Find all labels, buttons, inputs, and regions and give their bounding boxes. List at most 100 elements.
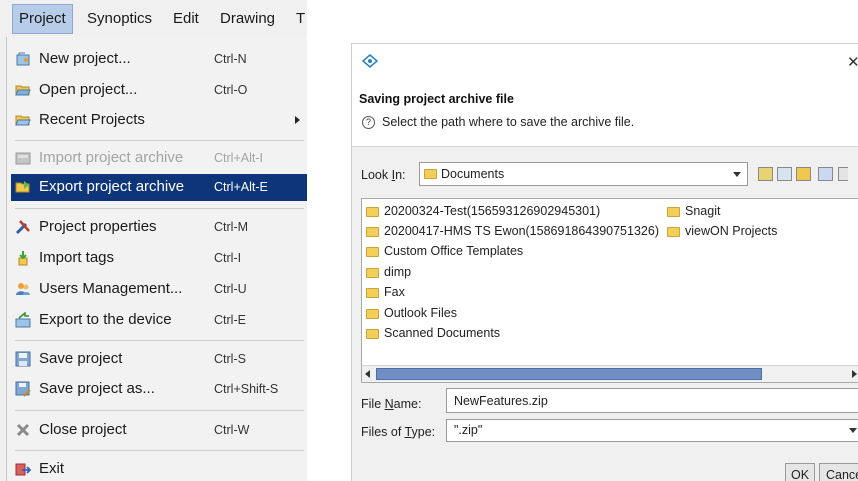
file-list[interactable]: 20200324-Test(156593126902945301) 202004… xyxy=(361,198,858,383)
list-view-icon[interactable] xyxy=(818,167,833,181)
menu-item-open-project[interactable]: Open project... Ctrl-O xyxy=(11,77,307,104)
menu-item-label: Open project... xyxy=(39,81,138,98)
mnemonic-letter: N xyxy=(384,397,394,411)
menu-item-exit[interactable]: Exit xyxy=(11,456,307,481)
submenu-arrow-icon xyxy=(295,116,300,124)
dialog-header: ✕ Saving project archive file ? Select t… xyxy=(352,44,858,146)
save-icon xyxy=(15,351,31,367)
menu-item-label: Close project xyxy=(39,421,127,438)
menu-item-label: Users Management... xyxy=(39,280,183,297)
home-icon[interactable] xyxy=(777,167,792,181)
folder-icon xyxy=(667,227,680,237)
look-in-value: Documents xyxy=(441,167,505,181)
menu-item-import-project-archive[interactable]: Import project archive Ctrl+Alt-I xyxy=(11,145,307,172)
menu-item-label: New project... xyxy=(39,50,131,67)
menu-separator xyxy=(15,340,304,341)
folder-name: Snagit xyxy=(685,204,721,218)
menu-item-label: Save project xyxy=(39,350,123,367)
label-text: File xyxy=(361,397,385,411)
menu-item-shortcut: Ctrl+Alt-I xyxy=(214,151,263,165)
menubar-tools-truncated[interactable]: T xyxy=(296,4,305,34)
menu-item-shortcut: Ctrl-S xyxy=(214,352,246,366)
dialog-description: Select the path where to save the archiv… xyxy=(382,115,635,129)
recent-folder-icon xyxy=(15,115,31,126)
menubar: Project Synoptics Edit Drawing T xyxy=(0,0,307,37)
menu-item-shortcut: Ctrl+Alt-E xyxy=(214,180,268,194)
file-name-input[interactable] xyxy=(446,388,858,413)
folder-icon xyxy=(366,288,379,298)
menu-item-project-properties[interactable]: Project properties Ctrl-M xyxy=(11,214,307,241)
menu-item-export-to-device[interactable]: Export to the device Ctrl-E xyxy=(11,307,307,334)
menu-item-shortcut: Ctrl-I xyxy=(214,251,242,265)
folder-name: dimp xyxy=(384,265,412,279)
menu-item-save-project[interactable]: Save project Ctrl-S xyxy=(11,346,307,373)
look-in-dropdown[interactable]: Documents xyxy=(419,162,748,186)
chevron-down-icon xyxy=(733,172,741,177)
file-chooser-panel: Look In: Documents 20200324-Test(1565931… xyxy=(352,146,858,481)
menu-item-save-project-as[interactable]: Save project as... Ctrl+Shift-S xyxy=(11,376,307,403)
up-one-level-icon[interactable] xyxy=(758,167,773,181)
folder-name: Scanned Documents xyxy=(384,326,501,340)
menu-separator xyxy=(15,450,304,451)
folder-icon xyxy=(366,247,379,257)
files-of-type-label: Files of Type: xyxy=(361,425,435,439)
menu-item-shortcut: Ctrl-W xyxy=(214,423,250,437)
details-view-icon[interactable] xyxy=(838,167,848,181)
scrollbar-thumb[interactable] xyxy=(376,368,762,380)
import-archive-icon xyxy=(15,152,31,165)
folder-icon xyxy=(366,309,379,319)
project-menu-panel: Project Synoptics Edit Drawing T New pro… xyxy=(0,0,307,481)
menubar-drawing[interactable]: Drawing xyxy=(220,4,275,34)
menu-item-label: Export project archive xyxy=(39,178,185,195)
ok-button[interactable]: OK xyxy=(785,463,815,481)
menu-separator xyxy=(15,208,304,209)
label-text: ype: xyxy=(411,425,436,439)
folder-icon xyxy=(366,268,379,278)
folder-name: Outlook Files xyxy=(384,306,457,320)
menu-separator xyxy=(15,140,304,141)
files-of-type-dropdown[interactable]: ".zip" xyxy=(446,419,858,442)
menu-item-recent-projects[interactable]: Recent Projects xyxy=(11,107,307,134)
menubar-synoptics[interactable]: Synoptics xyxy=(87,4,152,34)
file-name-label: File Name: xyxy=(361,397,421,411)
folder-icon xyxy=(424,169,437,179)
app-diamond-icon xyxy=(362,54,378,68)
menu-item-shortcut: Ctrl-N xyxy=(214,52,247,66)
menu-separator xyxy=(15,410,304,411)
folder-name: 20200324-Test(156593126902945301) xyxy=(384,204,601,218)
mnemonic-letter: T xyxy=(404,425,412,439)
label-text: n: xyxy=(395,168,406,182)
folder-icon xyxy=(366,329,379,339)
folder-name: 20200417-HMS TS Ewon(158691864390751326) xyxy=(384,224,659,238)
dialog-title: Saving project archive file xyxy=(359,92,514,106)
exit-icon xyxy=(15,463,31,476)
import-tags-icon xyxy=(18,251,28,266)
menu-item-shortcut: Ctrl-O xyxy=(214,83,248,97)
menu-item-import-tags[interactable]: Import tags Ctrl-I xyxy=(11,245,307,272)
new-folder-icon[interactable] xyxy=(796,167,811,181)
scroll-left-icon[interactable] xyxy=(365,370,370,378)
cancel-button[interactable]: Cancel xyxy=(819,463,858,481)
open-folder-icon xyxy=(15,85,31,96)
menubar-edit[interactable]: Edit xyxy=(173,4,199,34)
menubar-project[interactable]: Project xyxy=(12,4,73,34)
menu-item-shortcut: Ctrl-E xyxy=(214,313,246,327)
menu-item-label: Import project archive xyxy=(39,149,184,166)
menu-item-shortcut: Ctrl-U xyxy=(214,282,247,296)
folder-name: Custom Office Templates xyxy=(384,244,524,258)
folder-name: viewON Projects xyxy=(685,224,778,238)
scroll-right-icon[interactable] xyxy=(852,370,857,378)
close-icon[interactable]: ✕ xyxy=(847,53,858,71)
menu-item-label: Export to the device xyxy=(39,311,172,328)
menu-item-new-project[interactable]: New project... Ctrl-N xyxy=(11,46,307,73)
export-device-icon xyxy=(15,312,31,328)
menu-item-close-project[interactable]: Close project Ctrl-W xyxy=(11,417,307,444)
label-text: Look xyxy=(361,168,392,182)
project-dropdown-menu: New project... Ctrl-N Open project... Ct… xyxy=(6,37,307,481)
menu-item-export-project-archive[interactable]: Export project archive Ctrl+Alt-E xyxy=(11,174,307,201)
new-project-icon xyxy=(16,52,30,66)
horizontal-scrollbar[interactable] xyxy=(362,365,858,382)
menu-item-label: Project properties xyxy=(39,218,157,235)
tools-icon xyxy=(15,220,30,235)
menu-item-users-management[interactable]: Users Management... Ctrl-U xyxy=(11,276,307,303)
